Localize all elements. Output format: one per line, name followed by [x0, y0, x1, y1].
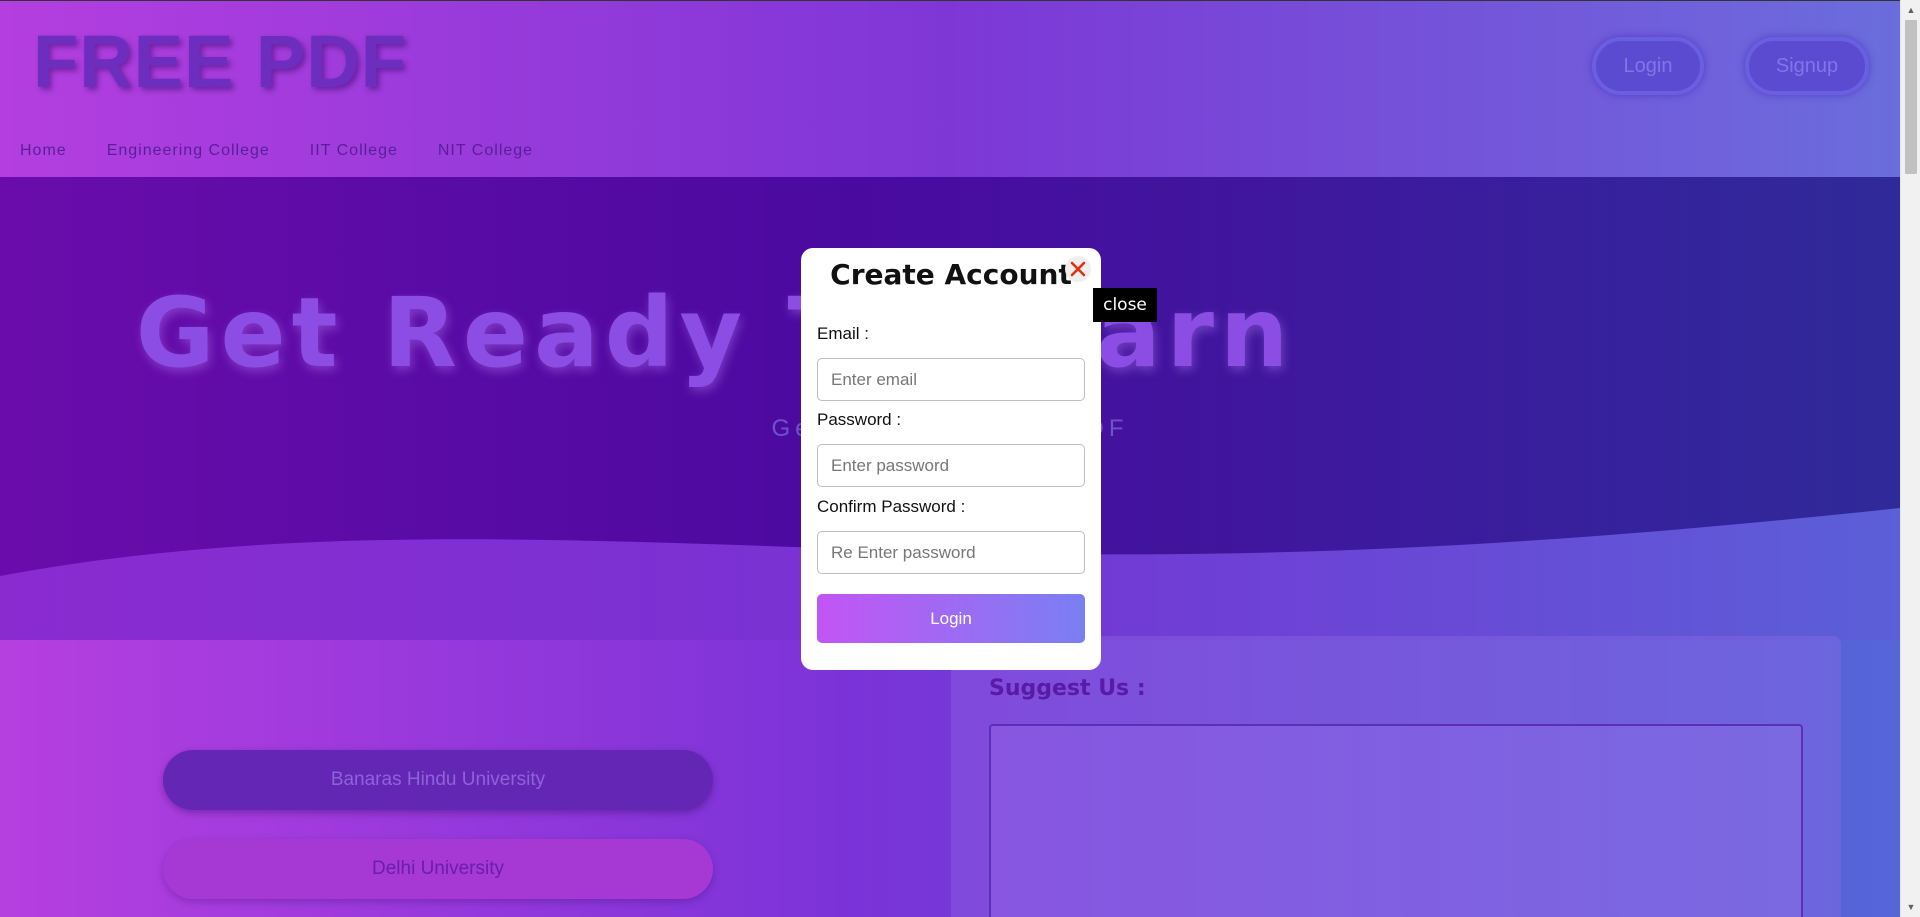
close-tooltip: close: [1093, 288, 1157, 322]
vertical-scrollbar[interactable]: ▲ ▼: [1900, 0, 1920, 917]
nav-iit-college[interactable]: IIT College: [310, 142, 398, 160]
login-submit-button[interactable]: Login: [817, 594, 1085, 643]
site-logo[interactable]: FREE PDF: [33, 19, 407, 104]
email-label: Email :: [817, 324, 869, 343]
create-account-modal: Create Account Email : Password : Confir…: [801, 248, 1101, 670]
nav-home[interactable]: Home: [20, 142, 67, 160]
site-header: FREE PDF Login Signup Home Engineering C…: [0, 1, 1900, 177]
scroll-down-arrow-icon[interactable]: ▼: [1901, 899, 1920, 915]
header-signup-button[interactable]: Signup: [1745, 37, 1869, 95]
confirm-password-field[interactable]: [817, 531, 1085, 574]
close-button[interactable]: [1065, 256, 1091, 282]
close-x-icon: [1070, 261, 1086, 277]
suggest-textarea[interactable]: [989, 724, 1803, 917]
hero-title: Get Ready To Learn: [135, 277, 1295, 389]
suggest-panel: Suggest Us :: [951, 636, 1841, 917]
modal-title: Create Account: [830, 258, 1072, 291]
password-field[interactable]: [817, 444, 1085, 487]
confirm-password-label: Confirm Password :: [817, 497, 966, 516]
university-button-bhu[interactable]: Banaras Hindu University: [163, 750, 713, 810]
main-nav: Home Engineering College IIT College NIT…: [20, 142, 533, 160]
scroll-up-arrow-icon[interactable]: ▲: [1901, 2, 1920, 18]
suggest-label: Suggest Us :: [989, 676, 1146, 701]
scrollbar-thumb[interactable]: [1905, 20, 1917, 174]
nav-engineering-college[interactable]: Engineering College: [107, 142, 270, 160]
email-field[interactable]: [817, 358, 1085, 401]
header-login-button[interactable]: Login: [1592, 37, 1704, 95]
university-button-du[interactable]: Delhi University: [163, 839, 713, 899]
nav-nit-college[interactable]: NIT College: [438, 142, 533, 160]
password-label: Password :: [817, 410, 902, 429]
